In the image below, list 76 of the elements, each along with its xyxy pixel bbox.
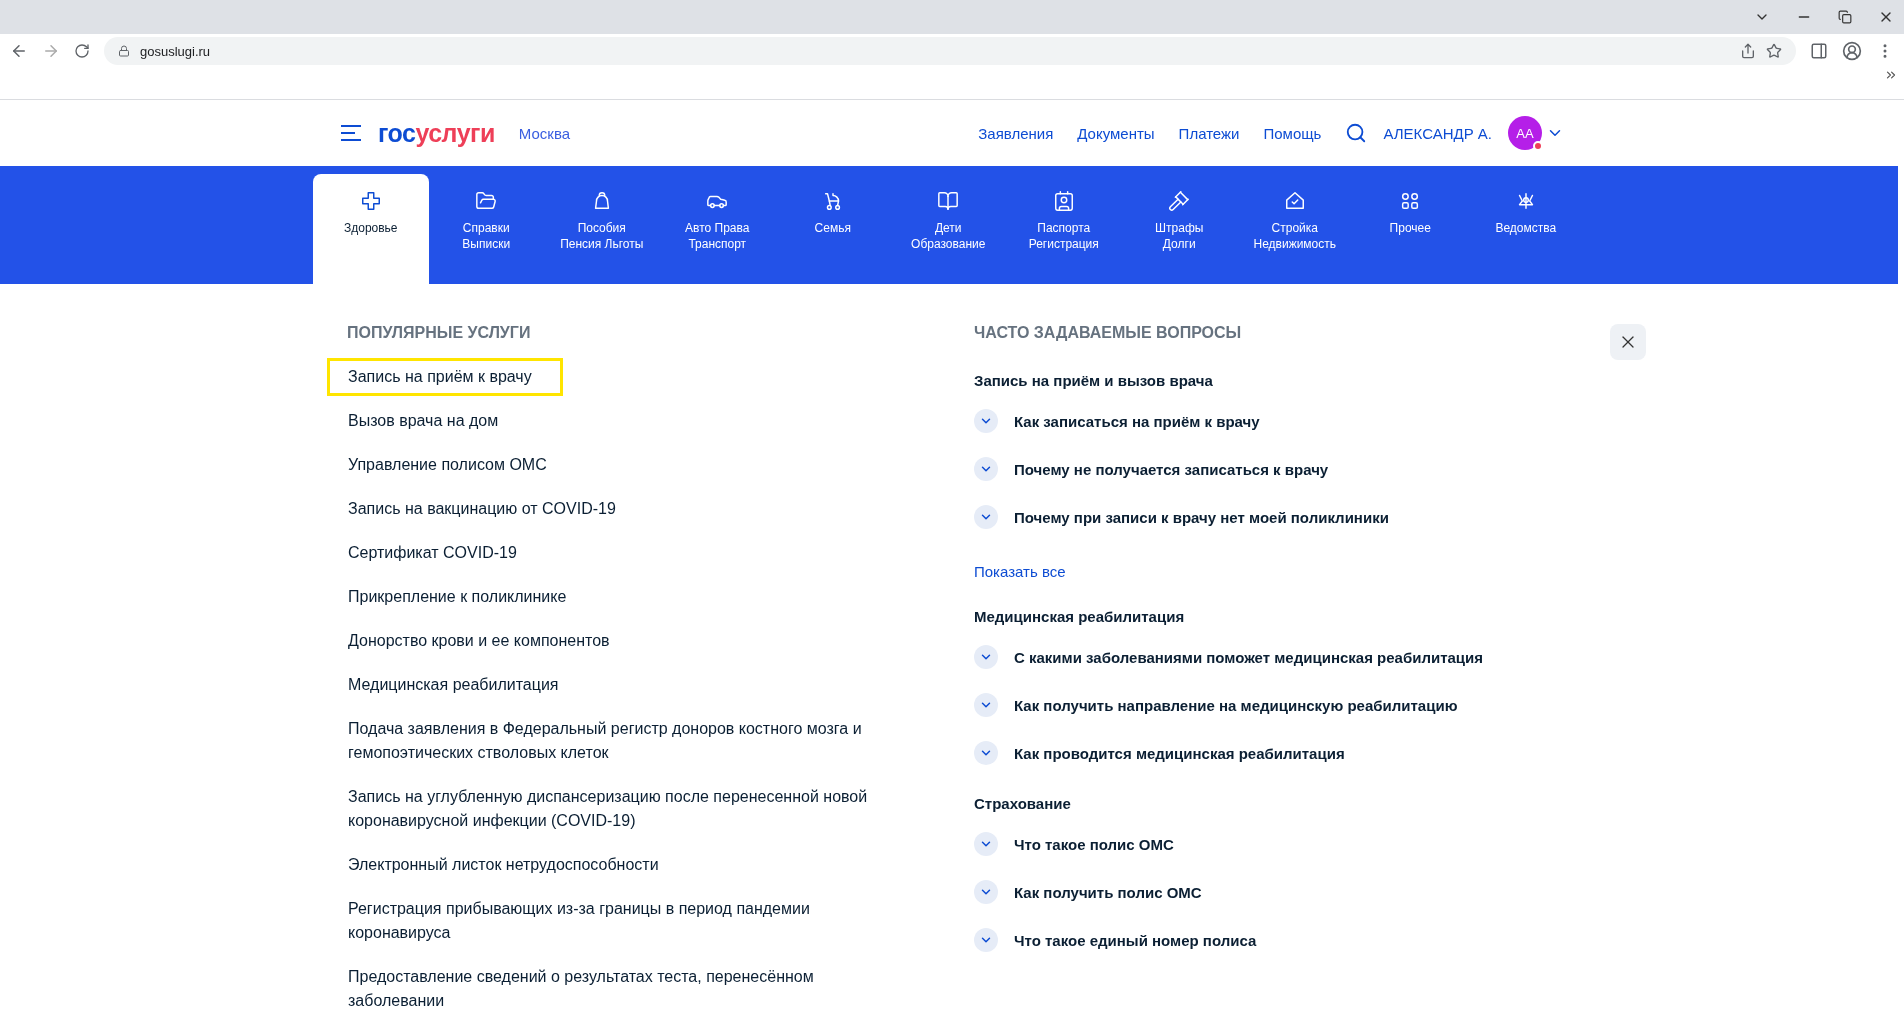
chevron-down-icon	[974, 928, 998, 952]
reload-icon[interactable]	[74, 43, 90, 59]
gavel-icon	[1168, 190, 1191, 212]
faq-question[interactable]: Как получить направление на медицинскую реабилитацию	[974, 687, 1646, 723]
site-logo[interactable]: госуслуги	[378, 118, 495, 148]
chevron-down-icon	[974, 457, 998, 481]
category-tab[interactable]: Семья	[775, 174, 891, 284]
id-card-icon	[1052, 190, 1075, 212]
url-text: gosuslugi.ru	[140, 43, 211, 59]
chevron-down-icon	[974, 832, 998, 856]
lock-icon	[118, 45, 130, 57]
show-all-link[interactable]: Показать все	[974, 563, 1646, 580]
nav-link[interactable]: Платежи	[1178, 124, 1240, 142]
faq-question[interactable]: Почему при записи к врачу нет моей поликлиники	[974, 499, 1646, 535]
faq-question[interactable]: Как проводится медицинская реабилитация	[974, 735, 1646, 771]
category-tab[interactable]: Пособия Пенсия Льготы	[544, 174, 660, 284]
back-icon[interactable]	[10, 42, 28, 60]
faq-question[interactable]: С какими заболеваниями поможет медицинская реабилитация	[974, 639, 1646, 675]
menu-icon[interactable]	[340, 124, 362, 142]
address-bar[interactable]: gosuslugi.ru	[104, 37, 1796, 65]
category-tab[interactable]: Дети Образование	[890, 174, 1006, 284]
faq-question[interactable]: Что такое полис ОМС	[974, 826, 1646, 862]
service-link[interactable]: Предоставление сведений о результатах теста, перенесённом заболевании	[327, 958, 909, 1020]
service-link[interactable]: Запись на приём к врачу	[327, 358, 563, 396]
nav-link[interactable]: Документы	[1077, 124, 1155, 142]
user-name-link[interactable]: АЛЕКСАНДР А.	[1383, 124, 1492, 142]
more-bookmarks-icon[interactable]	[1884, 68, 1898, 82]
service-link[interactable]: Вызов врача на дом	[327, 402, 909, 440]
service-link[interactable]: Подача заявления в Федеральный регистр доноров костного мозга и гемопоэтических стволовых клеток	[327, 710, 909, 772]
user-avatar[interactable]: АА	[1508, 116, 1542, 150]
faq-group-title: Запись на приём и вызов врача	[974, 372, 1214, 389]
category-tab[interactable]: Прочее	[1352, 174, 1468, 284]
service-link[interactable]: Сертификат COVID-19	[327, 534, 909, 572]
service-link[interactable]: Регистрация прибывающих из-за границы в период пандемии коронавируса	[327, 890, 909, 952]
category-tab[interactable]: Авто Права Транспорт	[659, 174, 775, 284]
faq-question[interactable]: Как получить полис ОМС	[974, 874, 1646, 910]
city-link[interactable]: Москва	[518, 124, 571, 142]
profile-icon[interactable]	[1842, 41, 1862, 61]
bookmark-star-icon[interactable]	[1766, 43, 1782, 59]
nav-link[interactable]: Помощь	[1263, 124, 1322, 142]
service-link[interactable]: Медицинская реабилитация	[327, 666, 909, 704]
chevron-down-icon	[974, 409, 998, 433]
service-link[interactable]: Запись на углубленную диспансеризацию после перенесенной новой коронавирусной инфекции (COVID-19)	[327, 778, 909, 840]
search-icon[interactable]	[1345, 122, 1368, 144]
service-link[interactable]: Донорство крови и ее компонентов	[327, 622, 909, 660]
service-link[interactable]: Запись на вакцинацию от COVID-19	[327, 490, 909, 528]
book-icon	[937, 190, 960, 212]
close-button[interactable]	[1610, 324, 1646, 360]
service-link[interactable]: Управление полисом ОМС	[327, 446, 909, 484]
chevron-down-icon	[974, 645, 998, 669]
section-heading: ПОПУЛЯРНЫЕ УСЛУГИ	[347, 324, 532, 343]
side-panel-icon[interactable]	[1810, 42, 1828, 60]
chevron-down-icon	[974, 505, 998, 529]
faq-group-title: Медицинская реабилитация	[974, 608, 1186, 625]
chevron-down-icon	[974, 741, 998, 765]
category-tab[interactable]: Штрафы Долги	[1121, 174, 1237, 284]
service-link[interactable]: Электронный листок нетрудоспособности	[327, 846, 909, 884]
category-tab[interactable]: Ведомства	[1468, 174, 1584, 284]
faq-question[interactable]: Что такое единый номер полиса	[974, 922, 1646, 958]
section-heading: ЧАСТО ЗАДАВАЕМЫЕ ВОПРОСЫ	[974, 324, 1242, 343]
category-tab[interactable]: Паспорта Регистрация	[1006, 174, 1122, 284]
restore-icon[interactable]	[1838, 10, 1852, 24]
category-tab[interactable]: Здоровье	[313, 174, 429, 284]
faq-question[interactable]: Почему не получается записаться к врачу	[974, 451, 1646, 487]
house-check-icon	[1283, 190, 1306, 212]
share-icon[interactable]	[1740, 43, 1756, 59]
plus-outline-icon	[359, 190, 382, 212]
category-tab[interactable]: Стройка Недвижимость	[1237, 174, 1353, 284]
chevron-down-icon	[974, 880, 998, 904]
nav-link[interactable]: Заявления	[978, 124, 1054, 142]
faq-question[interactable]: Как записаться на приём к врачу	[974, 403, 1646, 439]
service-link[interactable]: Прикрепление к поликлинике	[327, 578, 909, 616]
category-tab[interactable]: Справки Выписки	[428, 174, 544, 284]
chevron-down-icon	[974, 693, 998, 717]
faq-group-title: Страхование	[974, 795, 1072, 812]
folder-icon	[475, 190, 498, 212]
